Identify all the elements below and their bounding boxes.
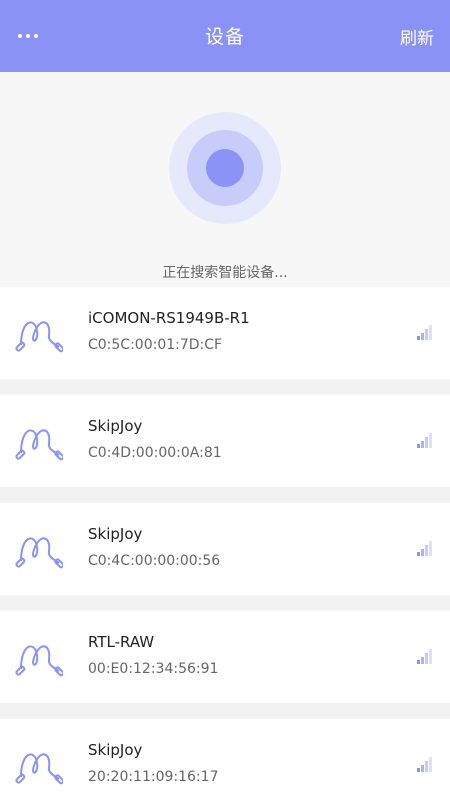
scan-area: 正在搜索智能设备... bbox=[0, 72, 450, 287]
device-item[interactable]: SkipJoy 20:20:11:09:16:17 bbox=[0, 719, 450, 800]
device-mac: 00:E0:12:34:56:91 bbox=[88, 661, 219, 677]
jump-rope-icon bbox=[15, 645, 63, 677]
refresh-button[interactable]: 刷新 bbox=[400, 24, 434, 49]
device-name: iCOMON-RS1949B-R1 bbox=[88, 309, 250, 327]
device-mac: C0:5C:00:01:7D:CF bbox=[88, 337, 223, 353]
device-item[interactable]: SkipJoy C0:4D:00:00:0A:81 bbox=[0, 395, 450, 487]
jump-rope-icon bbox=[15, 321, 63, 353]
signal-strength-icon bbox=[417, 649, 432, 664]
signal-strength-icon bbox=[417, 433, 432, 448]
device-item[interactable]: iCOMON-RS1949B-R1 C0:5C:00:01:7D:CF bbox=[0, 287, 450, 379]
device-mac: 20:20:11:09:16:17 bbox=[88, 769, 219, 785]
device-name: SkipJoy bbox=[88, 525, 143, 543]
device-name: SkipJoy bbox=[88, 741, 143, 759]
device-item[interactable]: RTL-RAW 00:E0:12:34:56:91 bbox=[0, 611, 450, 703]
device-name: SkipJoy bbox=[88, 417, 143, 435]
device-mac: C0:4C:00:00:00:56 bbox=[88, 553, 221, 569]
jump-rope-icon bbox=[15, 753, 63, 785]
signal-strength-icon bbox=[417, 541, 432, 556]
scan-status-text: 正在搜索智能设备... bbox=[162, 265, 288, 281]
jump-rope-icon bbox=[15, 429, 63, 461]
scan-ring-inner bbox=[206, 149, 244, 187]
device-item[interactable]: SkipJoy C0:4C:00:00:00:56 bbox=[0, 503, 450, 595]
app-header: 设备 刷新 bbox=[0, 0, 450, 72]
device-name: RTL-RAW bbox=[88, 633, 155, 651]
page-title: 设备 bbox=[204, 26, 245, 48]
device-mac: C0:4D:00:00:0A:81 bbox=[88, 445, 222, 461]
signal-strength-icon bbox=[417, 757, 432, 772]
jump-rope-icon bbox=[15, 537, 63, 569]
signal-strength-icon bbox=[417, 325, 432, 340]
